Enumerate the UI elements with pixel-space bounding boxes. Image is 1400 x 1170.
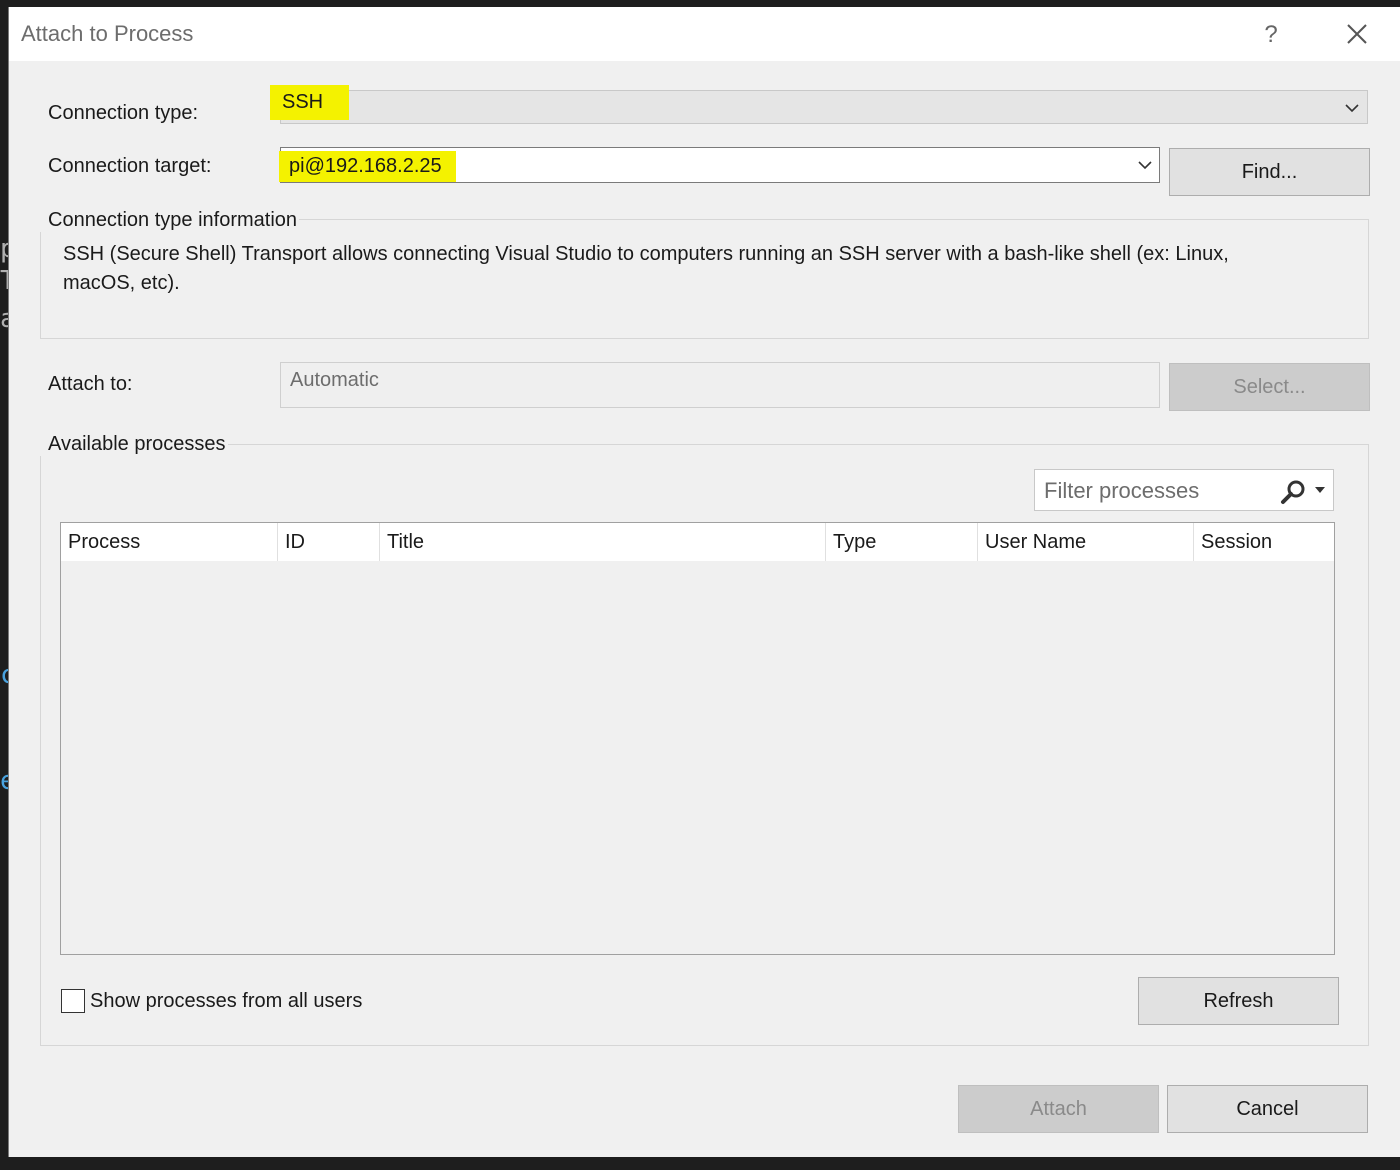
dialog-title: Attach to Process	[21, 21, 194, 46]
connection-info-text: SSH (Secure Shell) Transport allows conn…	[63, 243, 1229, 294]
connection-target-label: Connection target:	[48, 155, 212, 177]
attach-to-label: Attach to:	[48, 373, 133, 395]
available-processes-legend: Available processes	[40, 433, 228, 456]
close-button[interactable]	[1337, 17, 1377, 53]
cancel-button[interactable]: Cancel	[1167, 1085, 1368, 1133]
show-all-users-label[interactable]: Show processes from all users	[90, 990, 362, 1013]
filter-processes-input[interactable]: Filter processes	[1034, 469, 1334, 511]
connection-target-combobox[interactable]: pi@192.168.2.25	[279, 147, 1160, 183]
column-header-session[interactable]: Session	[1194, 523, 1334, 561]
column-header-id[interactable]: ID	[278, 523, 380, 561]
attach-to-field: Automatic	[280, 362, 1160, 408]
show-all-users-checkbox[interactable]	[61, 989, 85, 1013]
column-header-type[interactable]: Type	[826, 523, 978, 561]
help-icon: ?	[1264, 21, 1278, 48]
close-icon	[1347, 24, 1367, 44]
column-header-process[interactable]: Process	[61, 523, 278, 561]
select-button: Select...	[1169, 363, 1370, 411]
chevron-down-icon	[1345, 104, 1359, 113]
column-header-user-name[interactable]: User Name	[978, 523, 1194, 561]
column-header-title[interactable]: Title	[380, 523, 826, 561]
connection-type-value: SSH	[270, 85, 350, 120]
process-table[interactable]: Process ID Title Type User Name Session	[60, 522, 1335, 955]
connection-info-legend: Connection type information	[40, 209, 300, 232]
connection-type-dropdown[interactable]: SSH	[270, 85, 1368, 124]
chevron-down-icon	[1138, 161, 1152, 170]
caret-down-icon[interactable]	[1315, 487, 1325, 493]
attach-to-process-dialog: Attach to Process ? Connection type: SSH…	[8, 7, 1400, 1157]
search-icon[interactable]	[1280, 478, 1308, 506]
filter-placeholder: Filter processes	[1044, 478, 1200, 503]
help-button[interactable]: ?	[1253, 17, 1289, 53]
refresh-button[interactable]: Refresh	[1138, 977, 1339, 1025]
process-table-header: Process ID Title Type User Name Session	[61, 523, 1334, 561]
connection-type-label: Connection type:	[48, 102, 199, 124]
connection-target-value: pi@192.168.2.25	[279, 151, 456, 182]
find-button[interactable]: Find...	[1169, 148, 1370, 196]
attach-button: Attach	[958, 1085, 1159, 1133]
dialog-titlebar: Attach to Process ?	[9, 7, 1400, 61]
